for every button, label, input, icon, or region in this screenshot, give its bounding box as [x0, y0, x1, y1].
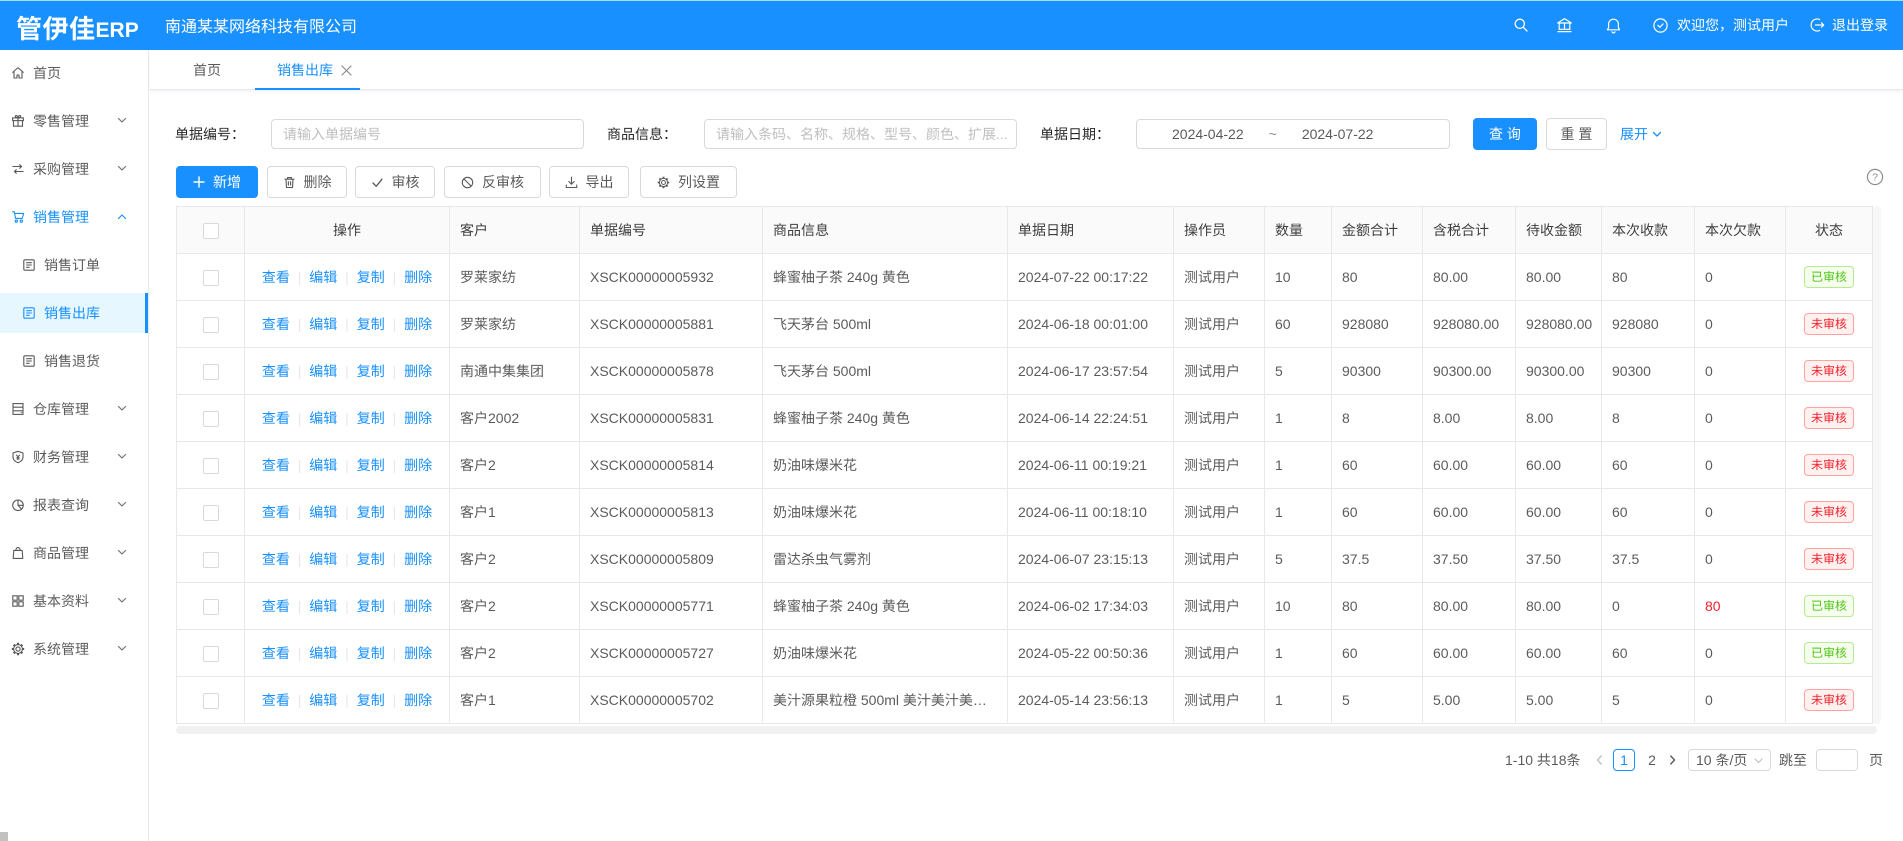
svg-text:?: ?: [1872, 172, 1878, 184]
